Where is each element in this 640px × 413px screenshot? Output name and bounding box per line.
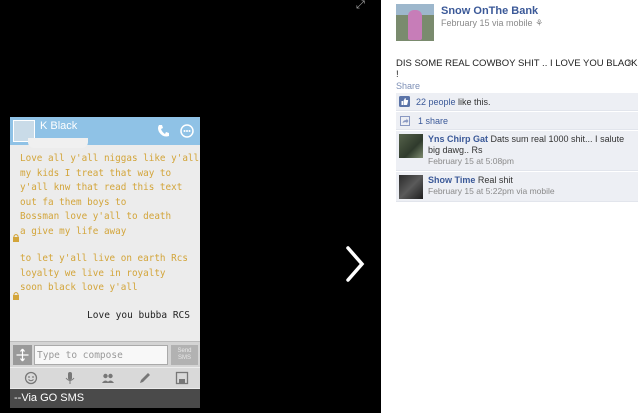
sms-screenshot: K Black Love all y'all niggas like y'all…	[10, 117, 200, 408]
post-sidebar: Snow OnThe Bank February 15 via mobile ⚘…	[381, 0, 640, 413]
hide-post-button[interactable]: ×	[627, 58, 633, 69]
phone-call-icon	[158, 125, 169, 137]
likes-suffix: like this.	[455, 97, 491, 107]
post-timestamp: February 15 via mobile	[441, 18, 533, 28]
likes-row: 22 people like this.	[396, 93, 638, 111]
commenter-avatar[interactable]	[399, 175, 423, 199]
sms-toolbar	[10, 368, 200, 388]
send-sms-button: Send SMS	[171, 345, 198, 365]
next-arrow-icon[interactable]	[342, 244, 368, 284]
commenter-name[interactable]: Yns Chirp Gat	[428, 134, 488, 144]
comment-item: Yns Chirp Gat Dats sum real 1000 shit...…	[396, 131, 638, 171]
lock-icon	[13, 234, 19, 242]
share-icon	[400, 116, 410, 126]
compose-input: Type to compose	[34, 345, 168, 365]
poster-avatar[interactable]	[396, 4, 434, 41]
post-text: DIS SOME REAL COWBOY SHIT .. I LOVE YOU …	[396, 58, 638, 80]
comment-body: Show Time Real shit February 15 at 5:22p…	[428, 175, 634, 197]
photo-viewer: ⤢ K Black Love all y'all niggas like y'a…	[0, 0, 380, 413]
edit-icon	[140, 373, 150, 383]
attach-icon	[13, 345, 32, 365]
bubble-tail	[28, 138, 88, 148]
contact-name: K Black	[40, 120, 78, 132]
comment-timestamp: February 15 at 5:22pm via mobile	[428, 186, 555, 196]
comment-item: Show Time Real shit February 15 at 5:22p…	[396, 172, 638, 202]
poster-name[interactable]: Snow OnThe Bank	[441, 5, 538, 17]
post-meta: February 15 via mobile ⚘	[441, 18, 543, 29]
received-message: Love all y'all niggas like y'all my kids…	[20, 153, 200, 237]
compose-bar: Type to compose Send SMS	[10, 341, 200, 367]
commenter-name[interactable]: Show Time	[428, 175, 475, 185]
message-icon	[180, 124, 194, 138]
comment-text: Real shit	[475, 175, 513, 185]
comment-body: Yns Chirp Gat Dats sum real 1000 shit...…	[428, 134, 634, 167]
lock-icon	[13, 292, 19, 300]
group-icon	[102, 373, 114, 383]
received-message: to let y'all live on earth Rcs loyalty w…	[20, 253, 188, 294]
shares-link[interactable]: 1 share	[418, 116, 448, 126]
audience-icon: ⚘	[535, 18, 544, 28]
comment-timestamp: February 15 at 5:08pm	[428, 156, 514, 166]
via-footer: --Via GO SMS	[10, 389, 200, 408]
likes-count-link[interactable]: 22 people	[416, 97, 456, 107]
commenter-avatar[interactable]	[399, 134, 423, 158]
thumbs-up-icon	[399, 96, 410, 107]
emoji-icon	[24, 371, 38, 385]
save-icon	[175, 371, 189, 385]
shares-row: 1 share	[396, 112, 638, 130]
expand-icon[interactable]: ⤢	[356, 0, 370, 11]
poster-figure	[408, 10, 422, 40]
sent-message: Love you bubba RCS	[87, 310, 190, 321]
share-link[interactable]: Share	[396, 81, 420, 91]
microphone-icon	[65, 372, 75, 384]
likes-text: 22 people like this.	[416, 97, 491, 107]
